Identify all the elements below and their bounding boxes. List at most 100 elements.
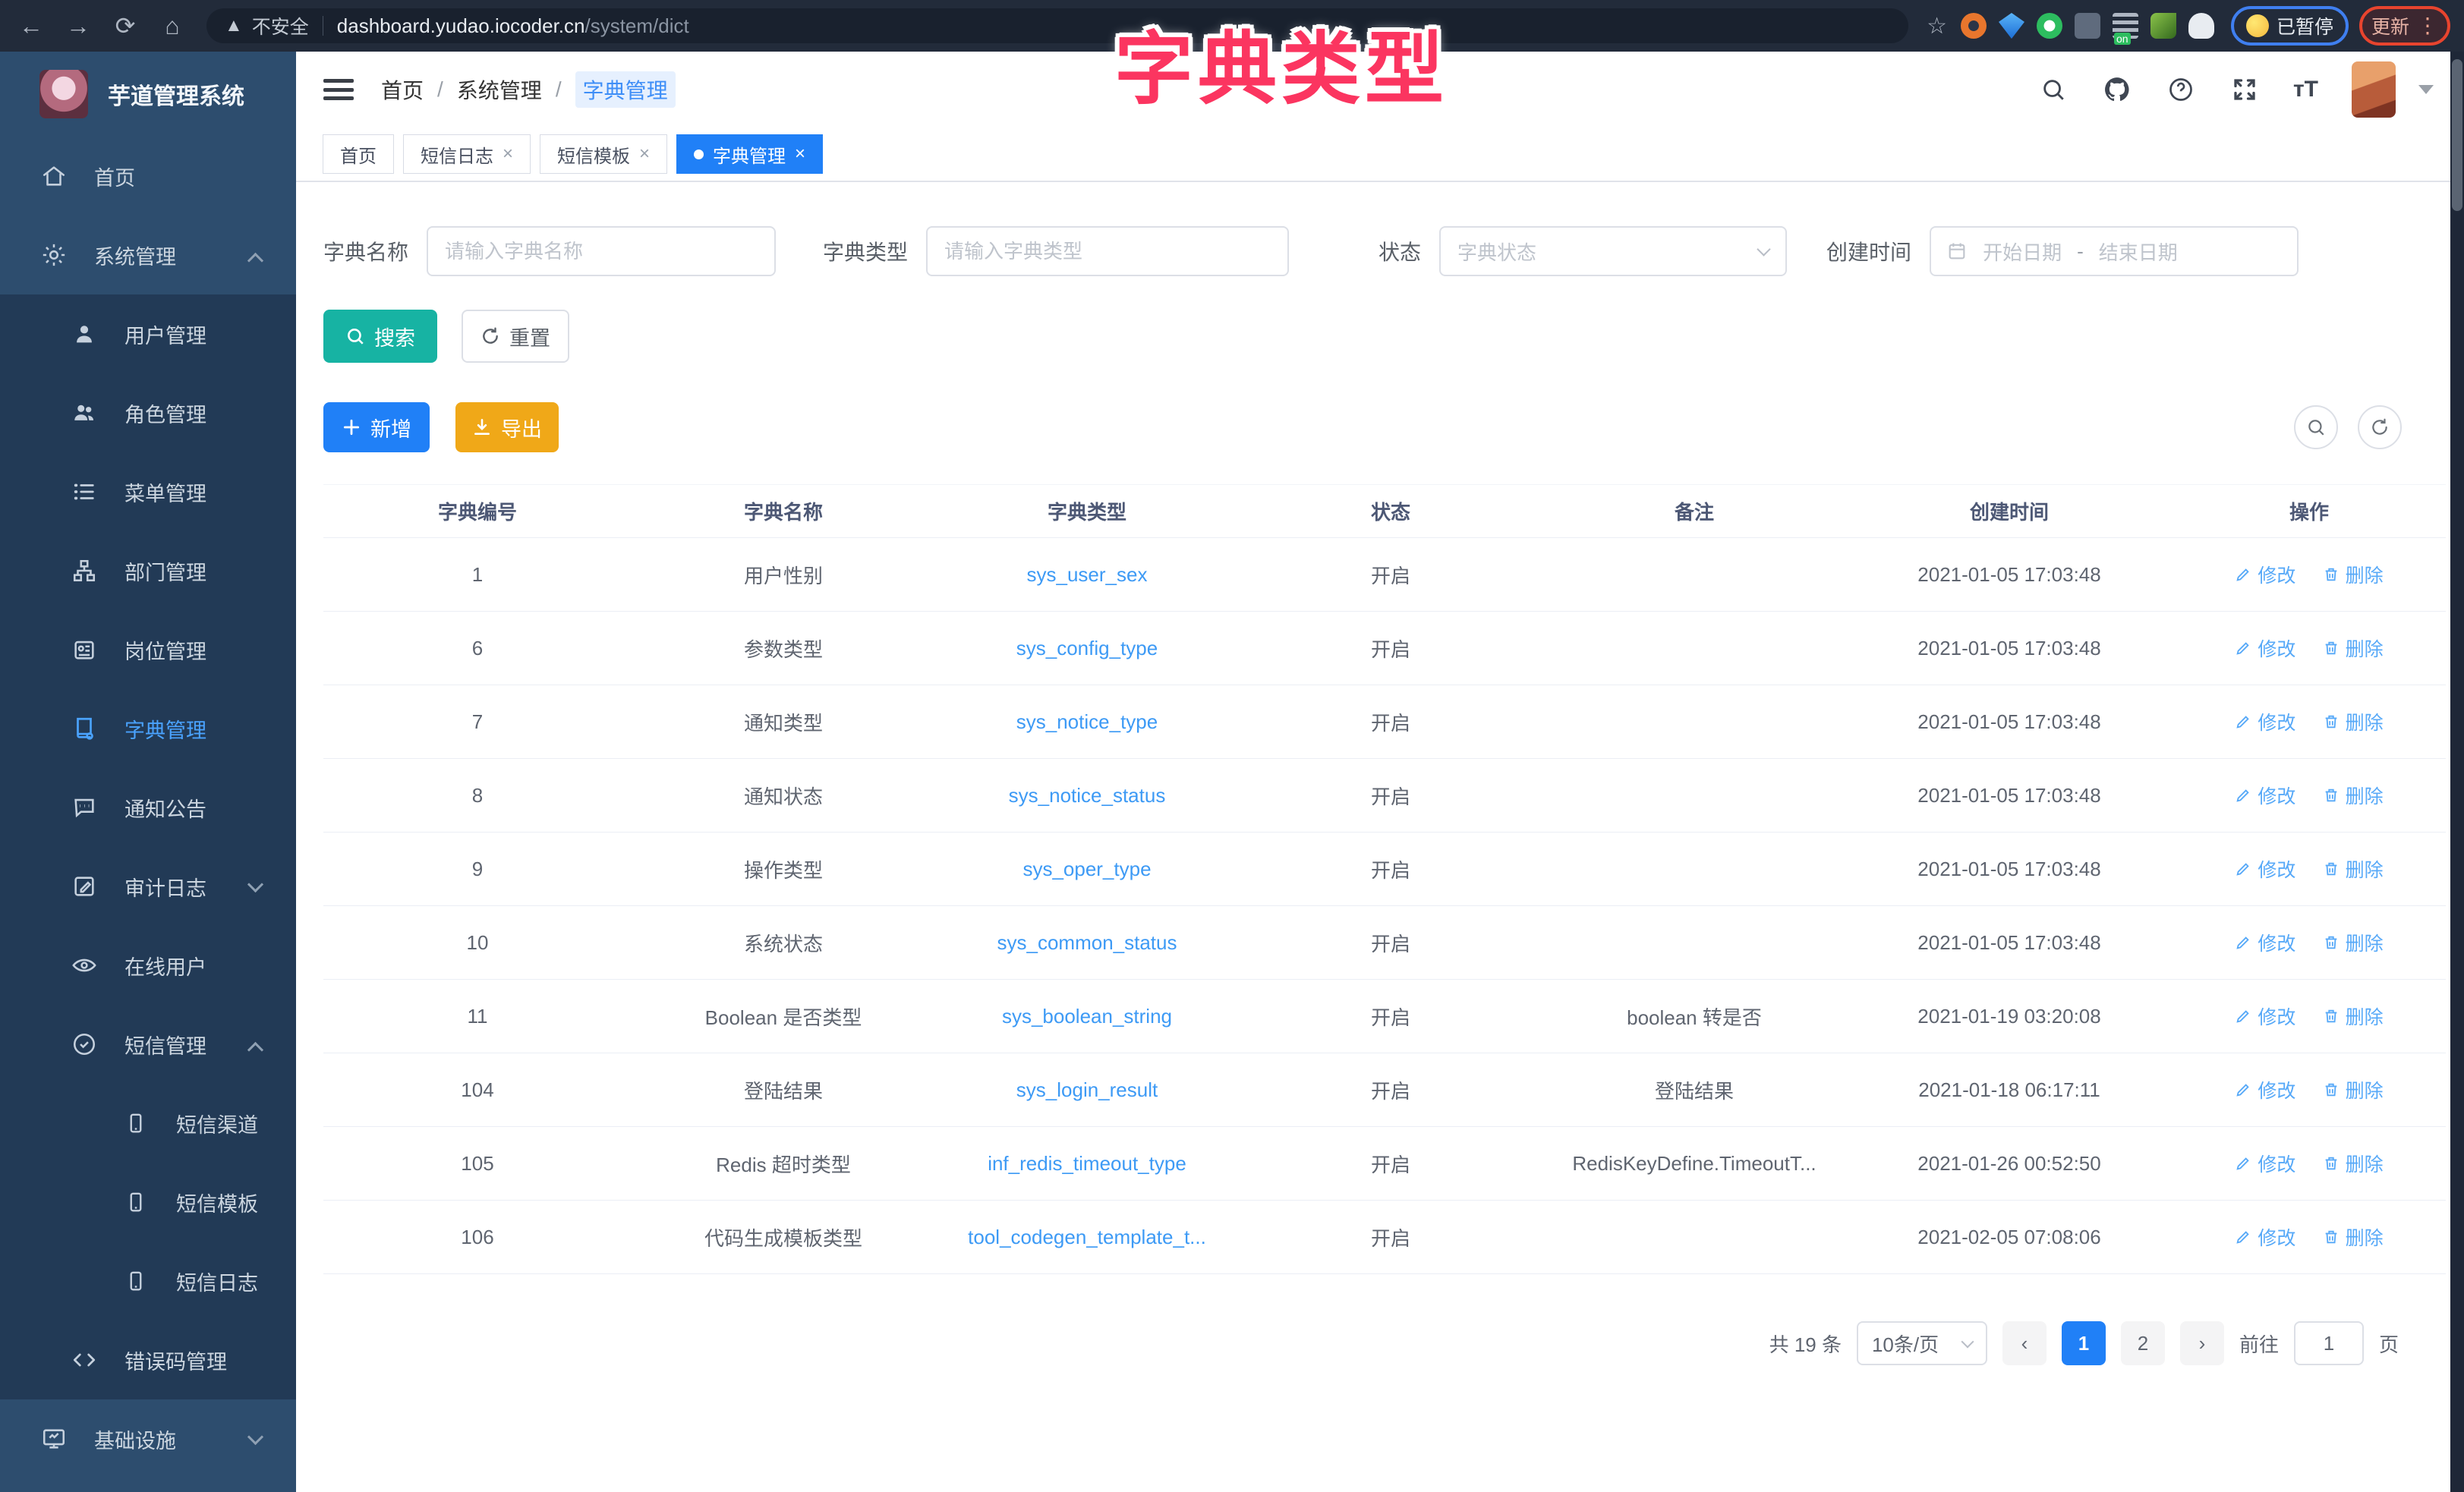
close-icon[interactable]: × <box>639 143 650 165</box>
delete-link[interactable]: 删除 <box>2323 561 2384 588</box>
edit-link[interactable]: 修改 <box>2235 1150 2295 1177</box>
edit-link[interactable]: 修改 <box>2235 929 2295 956</box>
delete-link[interactable]: 删除 <box>2323 708 2384 735</box>
dict-type-link[interactable]: inf_redis_timeout_type <box>935 1127 1239 1201</box>
tab-dict[interactable]: 字典管理 × <box>676 134 823 174</box>
delete-link[interactable]: 删除 <box>2323 634 2384 662</box>
sidebar-item-dict[interactable]: 字典管理 <box>0 689 296 768</box>
dict-type-link[interactable]: tool_codegen_template_t... <box>935 1201 1239 1274</box>
table-row[interactable]: 105 Redis 超时类型 inf_redis_timeout_type 开启… <box>323 1127 2446 1201</box>
table-row[interactable]: 104 登陆结果 sys_login_result 开启 登陆结果 2021-0… <box>323 1053 2446 1127</box>
delete-link[interactable]: 删除 <box>2323 1150 2384 1177</box>
edit-link[interactable]: 修改 <box>2235 1223 2295 1251</box>
dict-type-link[interactable]: sys_login_result <box>935 1053 1239 1127</box>
toggle-search-button[interactable] <box>2294 405 2338 449</box>
extension-green-icon[interactable] <box>2037 13 2062 39</box>
breadcrumb-home[interactable]: 首页 <box>381 74 424 105</box>
browser-update-button[interactable]: 更新 <box>2371 12 2409 39</box>
edit-link[interactable]: 修改 <box>2235 1003 2295 1030</box>
sidebar-item-sms-template[interactable]: 短信模板 <box>0 1163 296 1242</box>
dict-type-link[interactable]: sys_boolean_string <box>935 980 1239 1053</box>
dict-type-link[interactable]: sys_oper_type <box>935 833 1239 906</box>
edit-link[interactable]: 修改 <box>2235 855 2295 883</box>
search-button[interactable]: 搜索 <box>323 310 437 363</box>
delete-link[interactable]: 删除 <box>2323 1223 2384 1251</box>
sidebar-collapse-icon[interactable] <box>322 74 355 105</box>
sidebar-item-menus[interactable]: 菜单管理 <box>0 452 296 531</box>
edit-link[interactable]: 修改 <box>2235 708 2295 735</box>
sidebar-item-posts[interactable]: 岗位管理 <box>0 610 296 689</box>
browser-home-button[interactable]: ⌂ <box>149 6 196 46</box>
avatar-caret-icon[interactable] <box>2418 85 2434 94</box>
browser-back-button[interactable]: ← <box>8 6 55 46</box>
delete-link[interactable]: 删除 <box>2323 929 2384 956</box>
address-bar[interactable]: ▲ 不安全 dashboard.yudao.iocoder.cn /system… <box>206 8 1908 43</box>
paused-chip[interactable]: 已暂停 <box>2277 12 2333 39</box>
reset-button[interactable]: 重置 <box>462 310 569 363</box>
table-row[interactable]: 106 代码生成模板类型 tool_codegen_template_t... … <box>323 1201 2446 1274</box>
goto-page-input[interactable] <box>2294 1321 2364 1365</box>
next-page-button[interactable]: › <box>2180 1321 2224 1365</box>
date-range-picker[interactable]: 开始日期 - 结束日期 <box>1930 226 2299 276</box>
browser-menu-kebab-icon[interactable]: ⋮ <box>2417 15 2438 36</box>
sidebar-item-roles[interactable]: 角色管理 <box>0 373 296 452</box>
fullscreen-icon[interactable] <box>2229 74 2260 105</box>
user-avatar[interactable] <box>2352 61 2396 118</box>
tab-sms-log[interactable]: 短信日志 × <box>403 134 531 174</box>
browser-forward-button[interactable]: → <box>55 6 102 46</box>
dict-type-link[interactable]: sys_config_type <box>935 612 1239 685</box>
breadcrumb-system[interactable]: 系统管理 <box>457 74 542 105</box>
tab-home[interactable]: 首页 <box>323 134 394 174</box>
delete-link[interactable]: 删除 <box>2323 855 2384 883</box>
page-button-2[interactable]: 2 <box>2121 1321 2165 1365</box>
sidebar-item-online-users[interactable]: 在线用户 <box>0 926 296 1005</box>
edit-link[interactable]: 修改 <box>2235 1076 2295 1103</box>
table-row[interactable]: 11 Boolean 是否类型 sys_boolean_string 开启 bo… <box>323 980 2446 1053</box>
extension-ghost-icon[interactable] <box>2188 13 2214 39</box>
prev-page-button[interactable]: ‹ <box>2002 1321 2047 1365</box>
table-row[interactable]: 9 操作类型 sys_oper_type 开启 2021-01-05 17:03… <box>323 833 2446 906</box>
bookmark-star-icon[interactable]: ☆ <box>1927 13 1947 39</box>
sidebar-item-error-code[interactable]: 错误码管理 <box>0 1320 296 1399</box>
extension-list-on-icon[interactable]: on <box>2113 13 2138 39</box>
table-row[interactable]: 1 用户性别 sys_user_sex 开启 2021-01-05 17:03:… <box>323 538 2446 612</box>
table-row[interactable]: 10 系统状态 sys_common_status 开启 2021-01-05 … <box>323 906 2446 980</box>
browser-reload-button[interactable]: ⟳ <box>102 6 149 46</box>
edit-link[interactable]: 修改 <box>2235 782 2295 809</box>
sidebar-item-notice[interactable]: 通知公告 <box>0 768 296 847</box>
dict-type-link[interactable]: sys_notice_type <box>935 685 1239 759</box>
sidebar-item-home[interactable]: 首页 <box>0 137 296 216</box>
delete-link[interactable]: 删除 <box>2323 1076 2384 1103</box>
sidebar-item-audit-log[interactable]: 审计日志 <box>0 847 296 926</box>
refresh-table-button[interactable] <box>2358 405 2402 449</box>
sidebar-item-sms[interactable]: 短信管理 <box>0 1005 296 1084</box>
page-button-1[interactable]: 1 <box>2062 1321 2106 1365</box>
sidebar-item-sms-log[interactable]: 短信日志 <box>0 1242 296 1320</box>
edit-link[interactable]: 修改 <box>2235 634 2295 662</box>
sidebar-item-departments[interactable]: 部门管理 <box>0 531 296 610</box>
table-row[interactable]: 7 通知类型 sys_notice_type 开启 2021-01-05 17:… <box>323 685 2446 759</box>
status-select[interactable]: 字典状态 <box>1439 226 1787 276</box>
close-icon[interactable]: × <box>503 143 513 165</box>
font-size-icon[interactable]: тT <box>2293 77 2318 102</box>
export-button[interactable]: 导出 <box>455 402 559 452</box>
extension-leaf-icon[interactable] <box>2150 13 2176 39</box>
dict-type-link[interactable]: sys_common_status <box>935 906 1239 980</box>
page-size-select[interactable]: 10条/页 <box>1857 1321 1987 1365</box>
sidebar-item-users[interactable]: 用户管理 <box>0 294 296 373</box>
sidebar-item-infrastructure[interactable]: 基础设施 <box>0 1399 296 1478</box>
table-row[interactable]: 8 通知状态 sys_notice_status 开启 2021-01-05 1… <box>323 759 2446 833</box>
delete-link[interactable]: 删除 <box>2323 782 2384 809</box>
github-icon[interactable] <box>2102 74 2132 105</box>
help-icon[interactable] <box>2166 74 2196 105</box>
page-scrollbar[interactable] <box>2450 52 2464 1492</box>
dict-type-link[interactable]: sys_user_sex <box>935 538 1239 612</box>
tab-sms-template[interactable]: 短信模板 × <box>540 134 667 174</box>
edit-link[interactable]: 修改 <box>2235 561 2295 588</box>
close-icon[interactable]: × <box>795 143 805 165</box>
delete-link[interactable]: 删除 <box>2323 1003 2384 1030</box>
extension-gem-icon[interactable] <box>1999 13 2024 39</box>
sidebar-item-sms-channel[interactable]: 短信渠道 <box>0 1084 296 1163</box>
extension-orange-icon[interactable] <box>1961 13 1987 39</box>
dict-name-input[interactable] <box>427 226 776 276</box>
